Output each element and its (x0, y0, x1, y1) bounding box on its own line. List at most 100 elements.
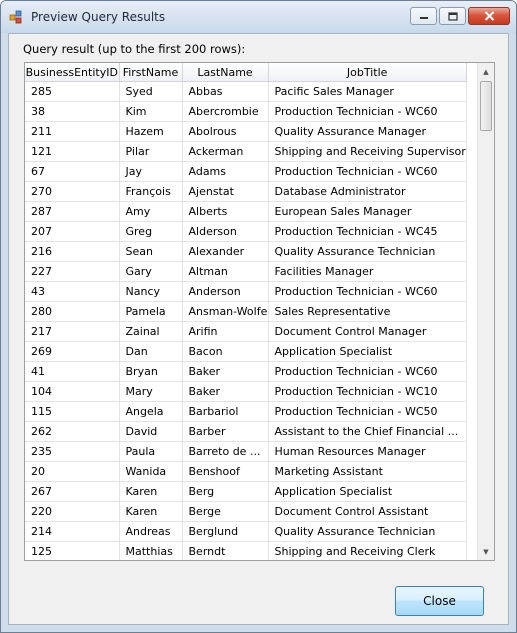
table-row[interactable]: 207 Greg Alderson Production Technician - W… (25, 221, 467, 242)
column-header[interactable]: FirstName (119, 63, 183, 82)
table-cell[interactable]: Karen (119, 501, 183, 522)
table-cell[interactable]: Alexander (182, 241, 269, 262)
table-row[interactable]: 270 François Ajenstat Database Administrato… (25, 181, 467, 202)
table-cell[interactable]: Amy (119, 201, 183, 222)
table-cell[interactable]: Shipping and Receiving Clerk (268, 541, 467, 560)
table-cell[interactable]: Pacific Sales Manager (268, 81, 467, 102)
table-cell[interactable]: Adams (182, 161, 269, 182)
table-row[interactable]: 43 Nancy Anderson Production Technician - W… (25, 281, 467, 302)
vertical-scrollbar[interactable]: ▲ ▼ (477, 63, 494, 560)
table-cell[interactable]: Database Administrator (268, 181, 467, 202)
table-cell[interactable]: European Sales Manager (268, 201, 467, 222)
table-cell[interactable]: Kim (119, 101, 183, 122)
table-cell[interactable]: Human Resources Manager (268, 441, 467, 462)
table-cell[interactable]: Abercrombie (182, 101, 269, 122)
table-cell[interactable]: Quality Assurance Technician (268, 521, 467, 542)
table-row[interactable]: 67 Jay Adams Production Technician - WC60 (25, 161, 467, 182)
table-cell[interactable]: Document Control Manager (268, 321, 467, 342)
table-cell[interactable]: 121 (25, 141, 120, 162)
table-cell[interactable]: Karen (119, 481, 183, 502)
table-cell[interactable]: Production Technician - WC60 (268, 281, 467, 302)
table-row[interactable]: 285 Syed Abbas Pacific Sales Manager (25, 81, 467, 102)
table-cell[interactable]: Pilar (119, 141, 183, 162)
table-cell[interactable]: Berglund (182, 521, 269, 542)
table-cell[interactable]: 125 (25, 541, 120, 560)
table-cell[interactable]: Pamela (119, 301, 183, 322)
table-cell[interactable]: 235 (25, 441, 120, 462)
table-cell[interactable]: Quality Assurance Manager (268, 121, 467, 142)
table-row[interactable]: 20 Wanida Benshoof Marketing Assistant (25, 461, 467, 482)
table-cell[interactable]: Bryan (119, 361, 183, 382)
table-row[interactable]: 38 Kim Abercrombie Production Technician - … (25, 101, 467, 122)
column-header[interactable]: LastName (182, 63, 269, 82)
table-cell[interactable]: Production Technician - WC60 (268, 101, 467, 122)
table-cell[interactable]: Berg (182, 481, 269, 502)
table-cell[interactable]: Matthias (119, 541, 183, 560)
table-cell[interactable]: Marketing Assistant (268, 461, 467, 482)
scroll-thumb[interactable] (480, 81, 492, 131)
table-cell[interactable]: Alberts (182, 201, 269, 222)
table-cell[interactable]: 104 (25, 381, 120, 402)
table-cell[interactable]: 214 (25, 521, 120, 542)
table-cell[interactable]: Production Technician - WC45 (268, 221, 467, 242)
table-cell[interactable]: Barbariol (182, 401, 269, 422)
table-cell[interactable]: 115 (25, 401, 120, 422)
table-cell[interactable]: François (119, 181, 183, 202)
table-cell[interactable]: 216 (25, 241, 120, 262)
table-row[interactable]: 104 Mary Baker Production Technician - WC10 (25, 381, 467, 402)
table-cell[interactable]: Shipping and Receiving Supervisor (268, 141, 467, 162)
table-cell[interactable]: Production Technician - WC60 (268, 361, 467, 382)
table-cell[interactable]: Nancy (119, 281, 183, 302)
table-cell[interactable]: Dan (119, 341, 183, 362)
table-cell[interactable]: Mary (119, 381, 183, 402)
table-cell[interactable]: Document Control Assistant (268, 501, 467, 522)
table-cell[interactable]: Greg (119, 221, 183, 242)
table-cell[interactable]: Berndt (182, 541, 269, 560)
table-cell[interactable]: Abolrous (182, 121, 269, 142)
table-cell[interactable]: Altman (182, 261, 269, 282)
table-row[interactable]: 235 Paula Barreto de ... Human Resources Ma… (25, 441, 467, 462)
table-cell[interactable]: Syed (119, 81, 183, 102)
table-row[interactable]: 287 Amy Alberts European Sales Manager (25, 201, 467, 222)
table-cell[interactable]: Facilities Manager (268, 261, 467, 282)
table-cell[interactable]: 217 (25, 321, 120, 342)
table-row[interactable]: 216 Sean Alexander Quality Assurance Techni… (25, 241, 467, 262)
table-cell[interactable]: Baker (182, 361, 269, 382)
table-cell[interactable]: 287 (25, 201, 120, 222)
table-cell[interactable]: Barber (182, 421, 269, 442)
table-cell[interactable]: 262 (25, 421, 120, 442)
scroll-down-button[interactable]: ▼ (478, 543, 494, 560)
table-row[interactable]: 41 Bryan Baker Production Technician - WC60 (25, 361, 467, 382)
scroll-up-button[interactable]: ▲ (478, 63, 494, 80)
table-row[interactable]: 262 David Barber Assistant to the Chief Fin… (25, 421, 467, 442)
table-cell[interactable]: Sean (119, 241, 183, 262)
table-cell[interactable]: 38 (25, 101, 120, 122)
table-cell[interactable]: Zainal (119, 321, 183, 342)
table-cell[interactable]: 227 (25, 261, 120, 282)
table-cell[interactable]: Bacon (182, 341, 269, 362)
table-row[interactable]: 227 Gary Altman Facilities Manager (25, 261, 467, 282)
table-cell[interactable]: 211 (25, 121, 120, 142)
table-cell[interactable]: Andreas (119, 521, 183, 542)
table-cell[interactable]: Benshoof (182, 461, 269, 482)
table-row[interactable]: 214 Andreas Berglund Quality Assurance Tech… (25, 521, 467, 542)
table-cell[interactable]: Arifin (182, 321, 269, 342)
table-cell[interactable]: Assistant to the Chief Financial ... (268, 421, 467, 442)
table-cell[interactable]: David (119, 421, 183, 442)
table-cell[interactable]: 207 (25, 221, 120, 242)
table-cell[interactable]: Sales Representative (268, 301, 467, 322)
table-cell[interactable]: Ajenstat (182, 181, 269, 202)
table-cell[interactable]: Paula (119, 441, 183, 462)
table-cell[interactable]: Angela (119, 401, 183, 422)
table-cell[interactable]: 270 (25, 181, 120, 202)
table-row[interactable]: 125 Matthias Berndt Shipping and Receiving … (25, 541, 467, 560)
table-row[interactable]: 220 Karen Berge Document Control Assistant (25, 501, 467, 522)
table-cell[interactable]: 220 (25, 501, 120, 522)
table-cell[interactable]: Hazem (119, 121, 183, 142)
table-cell[interactable]: Anderson (182, 281, 269, 302)
table-cell[interactable]: Production Technician - WC50 (268, 401, 467, 422)
minimize-button[interactable] (410, 7, 437, 25)
table-row[interactable]: 211 Hazem Abolrous Quality Assurance Manage… (25, 121, 467, 142)
table-cell[interactable]: Production Technician - WC60 (268, 161, 467, 182)
table-cell[interactable]: 43 (25, 281, 120, 302)
